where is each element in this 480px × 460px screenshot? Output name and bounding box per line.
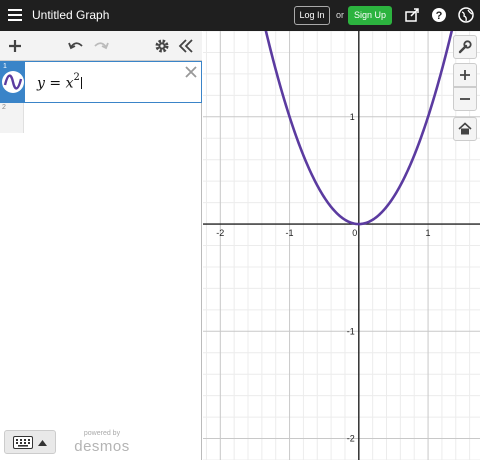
login-button[interactable]: Log In (294, 6, 330, 25)
expression-tab[interactable]: 2 (0, 103, 24, 133)
help-icon[interactable]: ? (431, 7, 447, 23)
y-tick-label: 1 (350, 112, 355, 122)
graph-paper[interactable]: -2 -1 0 1 1 -1 -2 (203, 31, 480, 460)
minus-icon (460, 98, 470, 100)
expression-list: 1 y = x2 2 powered by desmos (0, 31, 202, 460)
x-tick-label: 0 (352, 228, 357, 238)
expression-tab[interactable]: 1 (1, 62, 25, 102)
graph-canvas[interactable]: -2 -1 0 1 1 -1 -2 (203, 31, 480, 460)
top-header: Untitled Graph Log In or Sign Up ? (0, 0, 480, 31)
menu-icon[interactable] (8, 9, 22, 21)
desmos-logo[interactable]: desmos (74, 438, 130, 455)
close-icon[interactable] (185, 66, 197, 78)
math-equals: = (44, 75, 66, 92)
default-viewport-button[interactable] (453, 117, 477, 141)
x-tick-label: -1 (286, 228, 294, 238)
y-tick-label: -1 (347, 326, 355, 336)
powered-by-label: powered by (83, 430, 121, 437)
expression-row-2[interactable]: 2 (0, 103, 202, 133)
home-icon (458, 122, 472, 135)
expression-row-1[interactable]: 1 y = x2 (0, 61, 202, 103)
redo-icon[interactable] (92, 37, 110, 55)
share-icon[interactable] (404, 7, 420, 23)
svg-text:?: ? (436, 10, 443, 22)
expression-toolbar (0, 31, 202, 61)
undo-icon[interactable] (67, 37, 85, 55)
language-icon[interactable] (458, 7, 474, 23)
keyboard-toggle-button[interactable] (4, 430, 56, 454)
expression-index: 2 (2, 104, 6, 111)
collapse-panel-icon[interactable] (177, 37, 195, 55)
wrench-icon (458, 40, 472, 54)
parabola-curve (264, 31, 454, 226)
plus-icon (460, 70, 470, 80)
settings-gear-icon[interactable] (153, 37, 171, 55)
or-label: or (336, 10, 345, 20)
y-tick-label: -2 (347, 434, 355, 444)
zoom-in-button[interactable] (453, 63, 477, 87)
add-icon[interactable] (6, 37, 24, 55)
zoom-out-button[interactable] (453, 87, 477, 111)
expression-index: 1 (3, 63, 7, 70)
graph-wave-icon[interactable] (2, 71, 24, 93)
math-lhs: y (37, 75, 45, 92)
text-cursor (80, 76, 82, 89)
math-exponent: 2 (73, 72, 80, 83)
x-tick-label: 1 (426, 228, 431, 238)
graph-settings-button[interactable] (453, 35, 477, 59)
graph-title[interactable]: Untitled Graph (32, 8, 109, 22)
signup-button[interactable]: Sign Up (348, 6, 392, 25)
keyboard-icon (13, 436, 33, 449)
x-tick-label: -2 (216, 228, 224, 238)
math-input[interactable]: y = x2 (37, 72, 82, 92)
caret-up-icon (38, 440, 47, 446)
